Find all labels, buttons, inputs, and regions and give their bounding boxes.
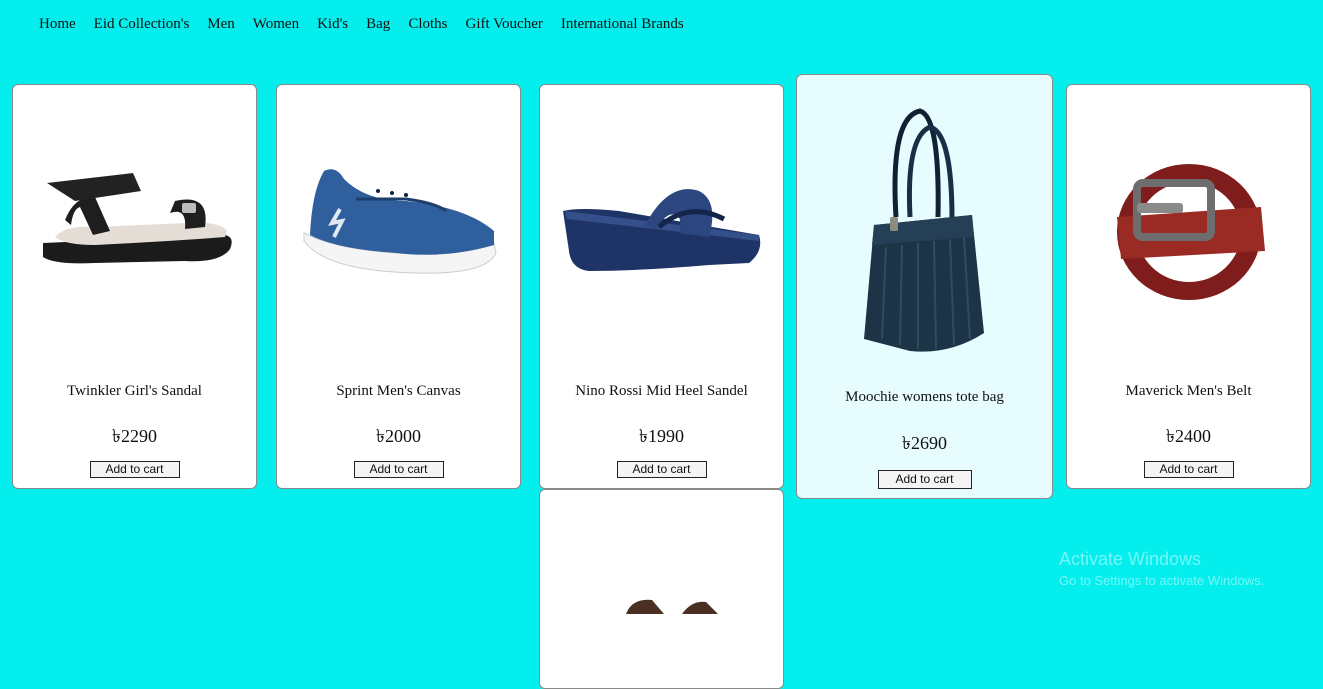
- nav-men[interactable]: Men: [207, 16, 235, 33]
- product-name: Sprint Men's Canvas: [336, 383, 461, 399]
- nav-cloths[interactable]: Cloths: [408, 16, 447, 33]
- nav-eid-collections[interactable]: Eid Collection's: [94, 16, 190, 33]
- product-price: ৳2400: [1166, 426, 1211, 446]
- product-price: ৳2690: [902, 433, 947, 453]
- watermark-title: Activate Windows: [1059, 549, 1202, 569]
- product-name: Maverick Men's Belt: [1125, 383, 1252, 399]
- windows-activation-watermark: Activate Windows Go to Settings to activ…: [1059, 549, 1264, 588]
- product-name: Nino Rossi Mid Heel Sandel: [575, 383, 748, 399]
- nav-international-brands[interactable]: International Brands: [561, 16, 684, 33]
- tote-bag-image: [797, 107, 1052, 359]
- add-to-cart-button[interactable]: Add to cart: [353, 461, 444, 478]
- loafer-image: [540, 594, 783, 614]
- add-to-cart-button[interactable]: Add to cart: [1143, 461, 1234, 478]
- product-card: Nino Rossi Mid Heel Sandel ৳1990 Add to …: [539, 84, 784, 489]
- product-card: [539, 489, 784, 689]
- product-price: ৳2000: [376, 426, 421, 446]
- sneaker-image: [277, 161, 520, 281]
- product-card: Maverick Men's Belt ৳2400 Add to cart: [1066, 84, 1311, 489]
- watermark-subtitle: Go to Settings to activate Windows.: [1059, 573, 1265, 588]
- nav-women[interactable]: Women: [253, 16, 299, 33]
- add-to-cart-button[interactable]: Add to cart: [89, 461, 180, 478]
- nav-gift-voucher[interactable]: Gift Voucher: [466, 16, 543, 33]
- product-price: ৳1990: [639, 426, 684, 446]
- product-card: Moochie womens tote bag ৳2690 Add to car…: [796, 74, 1053, 499]
- sandal-image: [13, 165, 256, 275]
- wedge-sandal-image: [540, 181, 783, 281]
- nav-bag[interactable]: Bag: [366, 16, 390, 33]
- add-to-cart-button[interactable]: Add to cart: [877, 470, 972, 489]
- nav-kids[interactable]: Kid's: [317, 16, 348, 33]
- belt-image: [1067, 157, 1310, 307]
- product-card: Twinkler Girl's Sandal ৳2290 Add to cart: [12, 84, 257, 489]
- product-card: Sprint Men's Canvas ৳2000 Add to cart: [276, 84, 521, 489]
- product-price: ৳2290: [112, 426, 157, 446]
- product-name: Moochie womens tote bag: [845, 389, 1004, 405]
- nav-home[interactable]: Home: [39, 16, 76, 33]
- main-nav: Home Eid Collection's Men Women Kid's Ba…: [39, 16, 702, 33]
- add-to-cart-button[interactable]: Add to cart: [616, 461, 707, 478]
- product-name: Twinkler Girl's Sandal: [67, 383, 202, 399]
